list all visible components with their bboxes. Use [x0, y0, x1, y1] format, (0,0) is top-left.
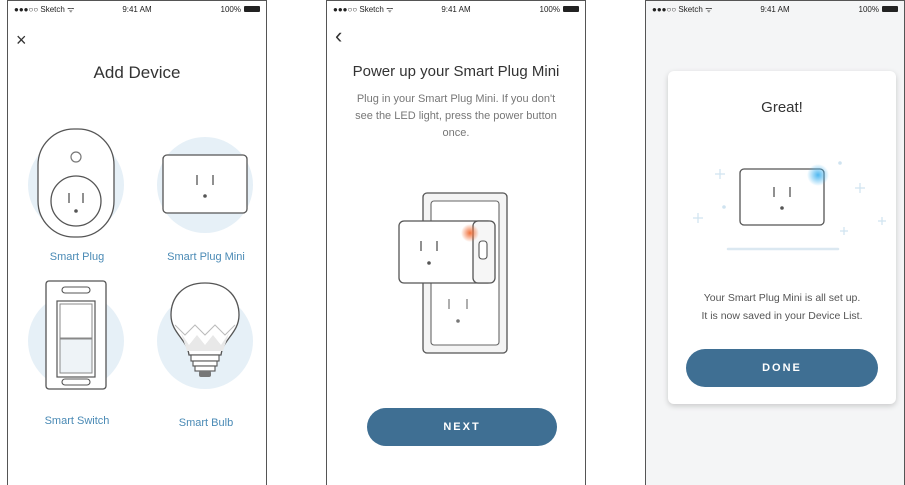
- page-title: Power up your Smart Plug Mini: [352, 63, 560, 80]
- done-button[interactable]: DONE: [686, 349, 878, 387]
- status-time: 9:41 AM: [122, 4, 152, 14]
- success-title: Great!: [761, 99, 803, 116]
- led-light: [461, 224, 479, 242]
- device-label: Smart Bulb: [178, 417, 234, 429]
- page-title: Add Device: [93, 63, 181, 82]
- status-bar: ●●●○○ Sketch ᯤ 9:41 AM 100%: [327, 1, 585, 17]
- status-bar: ●●●○○ Sketch ᯤ 9:41 AM 100%: [646, 1, 904, 17]
- smart-switch-icon: [45, 280, 107, 390]
- led-light: [807, 164, 829, 186]
- setup-complete-screen: ●●●○○ Sketch ᯤ 9:41 AM 100% Great! Your …: [645, 0, 905, 485]
- success-card: Great! Your Smart Plug Mini is all set u…: [668, 71, 896, 404]
- device-tile-smart-plug[interactable]: Smart Plug: [22, 119, 132, 269]
- battery-percent: 100%: [858, 4, 879, 14]
- device-tile-smart-plug-mini[interactable]: Smart Plug Mini: [151, 119, 261, 269]
- battery-icon: [563, 6, 579, 12]
- success-message-line1: Your Smart Plug Mini is all set up.: [703, 292, 861, 304]
- smart-plug-icon: [37, 128, 115, 238]
- battery-percent: 100%: [220, 4, 241, 14]
- carrier-signal: ●●●○○ Sketch ᯤ: [652, 4, 713, 14]
- battery-indicator: 100%: [497, 5, 579, 14]
- device-tile-smart-bulb[interactable]: Smart Bulb: [151, 279, 261, 429]
- smart-plug-mini-success-illustration: [693, 161, 886, 251]
- success-message-line2: It is now saved in your Device List.: [701, 310, 863, 322]
- carrier-signal: ●●●○○ Sketch ᯤ: [333, 4, 394, 14]
- battery-icon: [882, 6, 898, 12]
- status-bar: ●●●○○ Sketch ᯤ 9:41 AM 100%: [8, 1, 266, 17]
- add-device-screen: ●●●○○ Sketch ᯤ 9:41 AM 100% × Add Device…: [7, 0, 267, 485]
- status-time: 9:41 AM: [760, 4, 790, 14]
- power-up-screen: ●●●○○ Sketch ᯤ 9:41 AM 100% ‹ Power up y…: [326, 0, 586, 485]
- device-label: Smart Switch: [44, 415, 110, 427]
- close-icon[interactable]: ×: [16, 31, 27, 49]
- carrier-signal: ●●●○○ Sketch ᯤ: [14, 4, 75, 14]
- battery-icon: [244, 6, 260, 12]
- smart-plug-mini-icon: [162, 154, 248, 214]
- next-button[interactable]: NEXT: [367, 408, 557, 446]
- battery-indicator: 100%: [816, 5, 898, 14]
- smart-bulb-icon: [170, 282, 240, 377]
- device-label: Smart Plug: [49, 251, 105, 263]
- plug-in-outlet-illustration: [398, 192, 508, 354]
- success-message: Your Smart Plug Mini is all set up. It i…: [678, 289, 886, 325]
- battery-indicator: 100%: [178, 5, 260, 14]
- device-label: Smart Plug Mini: [167, 251, 245, 263]
- battery-percent: 100%: [539, 4, 560, 14]
- device-tile-smart-switch[interactable]: Smart Switch: [22, 279, 132, 429]
- back-icon[interactable]: ‹: [335, 25, 342, 47]
- status-time: 9:41 AM: [441, 4, 471, 14]
- instruction-text: Plug in your Smart Plug Mini. If you don…: [355, 93, 557, 139]
